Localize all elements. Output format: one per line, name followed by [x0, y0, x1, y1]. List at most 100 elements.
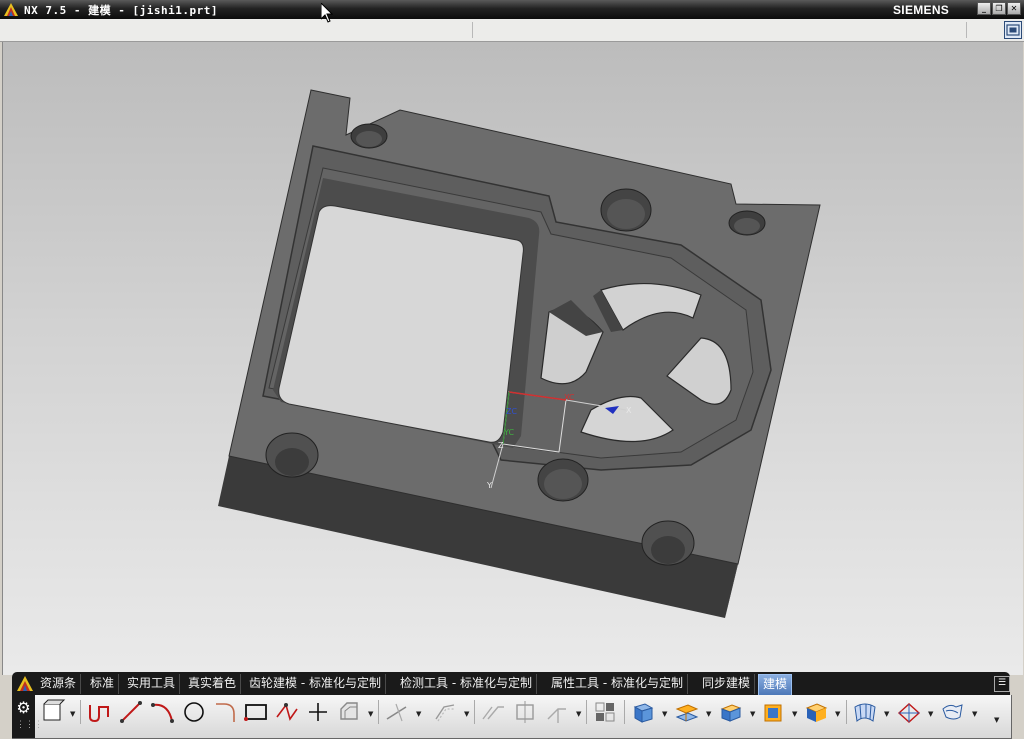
grip-icon[interactable]: ⋮⋮⋮	[16, 721, 43, 730]
tab-synchronous-modeling[interactable]: 同步建模	[698, 674, 756, 694]
polyline-button[interactable]	[274, 699, 300, 725]
fillet-curve-button[interactable]	[212, 699, 238, 725]
fillet-curve-icon	[216, 703, 235, 722]
profile-button[interactable]	[86, 699, 112, 725]
ribbon-tab-bar: 资源条 标准 实用工具 真实着色 齿轮建模 - 标准化与定制 检测工具 - 标准…	[12, 672, 1010, 695]
restore-button[interactable]: ❐	[992, 2, 1006, 15]
tab-true-shading[interactable]: 真实着色	[184, 674, 242, 694]
csys-xc-label: XC	[564, 393, 575, 402]
surface-button[interactable]	[852, 699, 878, 725]
rectangle-icon	[244, 704, 267, 721]
toolbar-separator	[472, 22, 473, 38]
polyline-icon	[276, 703, 298, 721]
csys-z-label: Z	[498, 441, 504, 450]
profile-icon	[89, 705, 109, 723]
tab-standard[interactable]: 标准	[86, 674, 120, 694]
title-bar: NX 7.5 - 建模 - [jishi1.prt] SIEMENS _ ❐ ✕	[0, 0, 1024, 19]
circle-button[interactable]	[181, 699, 207, 725]
polygon-icon	[340, 702, 358, 720]
toolbar-separator	[624, 700, 625, 724]
sew-dropdown-chevron-down-icon[interactable]: ▼	[972, 710, 978, 718]
line-icon	[120, 701, 142, 723]
gear-icon[interactable]: ⚙	[15, 699, 32, 716]
sew-button[interactable]	[940, 699, 966, 725]
rect-window-hole	[278, 205, 524, 443]
pattern-curve-icon	[595, 702, 615, 722]
close-button[interactable]: ✕	[1007, 2, 1021, 15]
tab-gear-modeling[interactable]: 齿轮建模 - 标准化与定制	[245, 674, 386, 694]
polygon-button[interactable]	[336, 699, 362, 725]
offset-dropdown-chevron-down-icon[interactable]: ▼	[464, 710, 470, 718]
cone-dropdown-chevron-down-icon[interactable]: ▼	[835, 710, 841, 718]
arc-button[interactable]	[150, 699, 176, 725]
surface-icon	[854, 703, 876, 722]
sketch-button[interactable]	[40, 699, 66, 725]
extrude-icon	[633, 703, 654, 723]
pattern-curve-button[interactable]	[592, 699, 618, 725]
arc-icon	[151, 703, 174, 723]
mirror-curve-button[interactable]	[544, 699, 570, 725]
point-button[interactable]	[305, 699, 331, 725]
tab-utilities[interactable]: 实用工具	[123, 674, 181, 694]
csys-yc-label: YC	[503, 428, 514, 437]
mirror-curve-icon	[547, 708, 566, 723]
box-button[interactable]	[718, 699, 744, 725]
part-model: ZC YC XC X Y Z	[218, 89, 821, 618]
datum-icon	[897, 703, 921, 723]
toolbar-separator	[586, 700, 587, 724]
datum-button[interactable]	[896, 699, 922, 725]
toolbar-overflow-chevron-down-icon[interactable]: ▼	[994, 716, 1000, 724]
offset-curve-icon	[435, 704, 455, 722]
fit-view-button[interactable]	[1004, 21, 1022, 39]
circle-icon	[184, 702, 204, 722]
sketch-icon	[43, 699, 66, 721]
sketch-dropdown-chevron-down-icon[interactable]: ▼	[70, 710, 76, 718]
mirror-dropdown-chevron-down-icon[interactable]: ▼	[576, 710, 582, 718]
join-curve-button[interactable]	[512, 699, 538, 725]
toolbar-separator	[378, 700, 379, 724]
offset-curve-button[interactable]	[432, 699, 458, 725]
ribbon-side-strip: ⚙ ⋮⋮⋮	[12, 695, 43, 738]
point-icon	[309, 703, 327, 721]
edit-curve-button[interactable]	[480, 699, 506, 725]
csys-zc-label: ZC	[506, 407, 517, 416]
nx-logo-icon	[4, 3, 18, 16]
toolbar-separator	[80, 700, 81, 724]
rectangle-button[interactable]	[243, 699, 269, 725]
nx-logo-icon	[17, 676, 33, 691]
mouse-cursor-icon	[321, 3, 333, 23]
datum-dropdown-chevron-down-icon[interactable]: ▼	[928, 710, 934, 718]
trim-curve-icon	[386, 703, 407, 722]
trim-curve-button[interactable]	[384, 699, 410, 725]
cylinder-dropdown-chevron-down-icon[interactable]: ▼	[792, 710, 798, 718]
sweep-icon	[675, 704, 699, 722]
polygon-dropdown-chevron-down-icon[interactable]: ▼	[368, 710, 374, 718]
ribbon-menu-button[interactable]: ☰	[994, 676, 1010, 692]
toolbar-separator	[966, 22, 967, 38]
cone-icon	[805, 703, 828, 722]
tab-inspection-tools[interactable]: 检测工具 - 标准化与定制	[396, 674, 537, 694]
trim-dropdown-chevron-down-icon[interactable]: ▼	[416, 710, 422, 718]
extrude-dropdown-chevron-down-icon[interactable]: ▼	[662, 710, 668, 718]
csys-y-label: Y	[486, 481, 492, 490]
tab-attribute-tools[interactable]: 属性工具 - 标准化与定制	[547, 674, 688, 694]
toolbar-separator	[474, 700, 475, 724]
sweep-button[interactable]	[674, 699, 700, 725]
extrude-button[interactable]	[630, 699, 656, 725]
cone-button[interactable]	[803, 699, 829, 725]
csys-x-label: X	[626, 406, 632, 415]
tab-modeling[interactable]: 建模	[758, 674, 793, 695]
surface-dropdown-chevron-down-icon[interactable]: ▼	[884, 710, 890, 718]
sew-icon	[942, 704, 963, 720]
top-toolbar	[0, 19, 1024, 42]
sweep-dropdown-chevron-down-icon[interactable]: ▼	[706, 710, 712, 718]
line-button[interactable]	[118, 699, 144, 725]
toolbar-separator	[846, 700, 847, 724]
tab-resource-bar[interactable]: 资源条	[36, 674, 82, 694]
graphics-viewport[interactable]: ZC YC XC X Y Z	[2, 42, 1023, 675]
minimize-button[interactable]: _	[977, 2, 991, 15]
box-dropdown-chevron-down-icon[interactable]: ▼	[750, 710, 756, 718]
fit-view-icon	[1006, 24, 1020, 36]
cylinder-button[interactable]	[760, 699, 786, 725]
join-curve-icon	[516, 701, 534, 723]
